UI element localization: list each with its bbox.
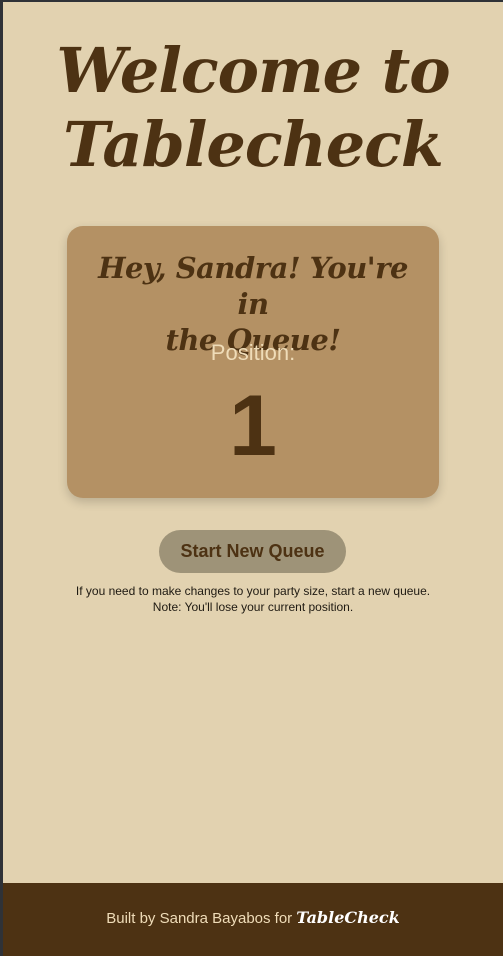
start-new-queue-button[interactable]: Start New Queue xyxy=(159,530,346,573)
footer-brand: TableCheck xyxy=(296,908,400,927)
page: Welcome to Tablecheck Hey, Sandra! You'r… xyxy=(3,2,503,956)
page-title-line-1: Welcome to xyxy=(56,34,450,107)
queue-change-note-line-2: Note: You'll lose your current position. xyxy=(152,600,354,614)
page-title: Welcome to Tablecheck xyxy=(3,34,503,182)
footer-credit-line: Built by Sandra Bayabos for TableCheck xyxy=(3,907,503,930)
footer-credit: Built by Sandra Bayabos for xyxy=(106,910,293,927)
footer: Built by Sandra Bayabos for TableCheck xyxy=(3,883,503,956)
queue-change-note: If you need to make changes to your part… xyxy=(3,583,503,615)
page-title-line-2: Tablecheck xyxy=(63,108,444,181)
queue-greeting-line-1: Hey, Sandra! You're in xyxy=(98,251,408,321)
position-number: 1 xyxy=(229,378,277,474)
queue-change-note-line-1: If you need to make changes to your part… xyxy=(75,584,431,598)
position-label: Position: xyxy=(210,340,296,365)
queue-status-card: Hey, Sandra! You're in the Queue! Positi… xyxy=(67,226,439,498)
